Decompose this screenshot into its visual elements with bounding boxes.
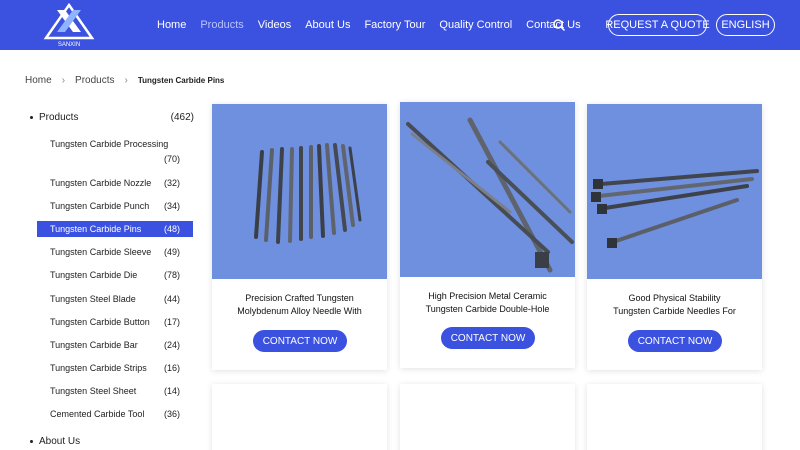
sidebar-item-count: (78) [164, 270, 181, 280]
product-title[interactable]: Precision Crafted Tungsten Molybdenum Al… [220, 292, 379, 318]
sidebar-item-count: (44) [164, 294, 181, 304]
chevron-right-icon: › [61, 74, 66, 86]
contact-now-button[interactable]: CONTACT NOW [253, 330, 347, 352]
bullet-icon [30, 115, 33, 119]
sidebar-item-label: Tungsten Carbide Strips [50, 363, 147, 373]
product-card[interactable] [212, 384, 387, 450]
sidebar-item-count: (70) [164, 154, 181, 164]
product-title-line: High Precision Metal Ceramic [428, 291, 547, 301]
sidebar-item-cemented-carbide-tool[interactable]: Cemented Carbide Tool (36) [37, 406, 193, 422]
sidebar-item-count: (32) [164, 178, 181, 188]
sidebar-item-tungsten-carbide-button[interactable]: Tungsten Carbide Button (17) [37, 314, 193, 330]
sidebar-item-tungsten-carbide-strips[interactable]: Tungsten Carbide Strips (16) [37, 360, 193, 376]
sidebar-item-count: (48) [164, 224, 181, 234]
product-title-line: Tungsten Carbide Double-Hole [425, 304, 550, 314]
company-logo[interactable]: SANXIN [40, 2, 98, 48]
product-title-line: Molybdenum Alloy Needle With [237, 306, 362, 316]
site-header: SANXIN Home Products Videos About Us Fac… [0, 0, 800, 50]
breadcrumb-current: Tungsten Carbide Pins [137, 75, 225, 85]
sidebar-products[interactable]: Products (462) [25, 109, 200, 125]
sidebar-item-count: (24) [164, 340, 181, 350]
sidebar-item-count: (36) [164, 409, 181, 419]
sidebar-item-label: Tungsten Carbide Bar [50, 340, 138, 350]
sidebar-item-count: (16) [164, 363, 181, 373]
sidebar-item-label: Tungsten Carbide Sleeve [50, 247, 152, 257]
nav-products[interactable]: Products [200, 19, 243, 31]
sidebar-item-label: Tungsten Carbide Punch [50, 201, 150, 211]
sidebar-item-label: Tungsten Carbide Processing [50, 139, 169, 149]
sidebar-item-label: Tungsten Carbide Nozzle [50, 178, 152, 188]
sidebar-item-tungsten-steel-blade[interactable]: Tungsten Steel Blade (44) [37, 291, 193, 307]
product-image[interactable] [400, 102, 575, 277]
sidebar-item-label: Tungsten Carbide Die [50, 270, 138, 280]
product-card[interactable]: Precision Crafted Tungsten Molybdenum Al… [212, 104, 387, 370]
product-title[interactable]: Good Physical Stability Tungsten Carbide… [595, 292, 754, 318]
sidebar-item-count: (17) [164, 317, 181, 327]
product-title-line: Precision Crafted Tungsten [245, 293, 354, 303]
product-image[interactable] [587, 104, 762, 279]
product-title-line: Good Physical Stability [628, 293, 721, 303]
contact-now-button[interactable]: CONTACT NOW [441, 327, 535, 349]
sidebar-item-label: Tungsten Steel Blade [50, 294, 136, 304]
sidebar-item-label: Tungsten Steel Sheet [50, 386, 137, 396]
breadcrumb-home[interactable]: Home [25, 75, 52, 86]
nav-quality-control[interactable]: Quality Control [439, 19, 512, 31]
main-nav: Home Products Videos About Us Factory To… [157, 0, 595, 50]
sidebar-item-tungsten-carbide-bar[interactable]: Tungsten Carbide Bar (24) [37, 337, 193, 353]
breadcrumb-products[interactable]: Products [75, 75, 114, 86]
sidebar-item-count: (49) [164, 247, 181, 257]
sidebar-item-tungsten-carbide-die[interactable]: Tungsten Carbide Die (78) [37, 267, 193, 283]
nav-factory-tour[interactable]: Factory Tour [364, 19, 425, 31]
sidebar-item-count: (14) [164, 386, 181, 396]
request-quote-button[interactable]: REQUEST A QUOTE [605, 14, 710, 36]
nav-videos[interactable]: Videos [258, 19, 291, 31]
sidebar-item-tungsten-carbide-nozzle[interactable]: Tungsten Carbide Nozzle (32) [37, 175, 193, 191]
sidebar-item-tungsten-steel-sheet[interactable]: Tungsten Steel Sheet (14) [37, 383, 193, 399]
sidebar-item-tungsten-carbide-processing[interactable]: Tungsten Carbide Processing (70) [37, 138, 193, 168]
logo-text: SANXIN [58, 42, 80, 48]
sidebar-item-tungsten-carbide-pins[interactable]: Tungsten Carbide Pins (48) [37, 221, 193, 237]
sidebar-products-count: (462) [170, 111, 194, 123]
sidebar-item-label: Cemented Carbide Tool [50, 409, 145, 419]
product-title-line: Tungsten Carbide Needles For [613, 306, 736, 316]
bullet-icon [30, 439, 33, 443]
contact-now-button[interactable]: CONTACT NOW [628, 330, 722, 352]
breadcrumb: Home › Products › Tungsten Carbide Pins [25, 73, 224, 87]
language-button[interactable]: ENGLISH [716, 14, 775, 36]
nav-home[interactable]: Home [157, 19, 186, 31]
product-card[interactable] [587, 384, 762, 450]
search-icon[interactable] [552, 18, 566, 32]
sidebar-about-us[interactable]: About Us [25, 433, 200, 449]
nav-about-us[interactable]: About Us [305, 19, 350, 31]
chevron-right-icon: › [124, 74, 128, 86]
sidebar-products-label: Products [39, 111, 79, 123]
product-title[interactable]: High Precision Metal Ceramic Tungsten Ca… [408, 290, 567, 316]
product-card[interactable] [400, 384, 575, 450]
sidebar-item-count: (34) [164, 201, 181, 211]
product-image[interactable] [212, 104, 387, 279]
sidebar-item-label: Tungsten Carbide Pins [50, 224, 142, 234]
sidebar-item-tungsten-carbide-punch[interactable]: Tungsten Carbide Punch (34) [37, 198, 193, 214]
sidebar-item-tungsten-carbide-sleeve[interactable]: Tungsten Carbide Sleeve (49) [37, 244, 193, 260]
sidebar-item-label: Tungsten Carbide Button [50, 317, 150, 327]
sidebar-about-label: About Us [39, 435, 81, 447]
product-card[interactable]: Good Physical Stability Tungsten Carbide… [587, 104, 762, 370]
product-card[interactable]: High Precision Metal Ceramic Tungsten Ca… [400, 102, 575, 368]
